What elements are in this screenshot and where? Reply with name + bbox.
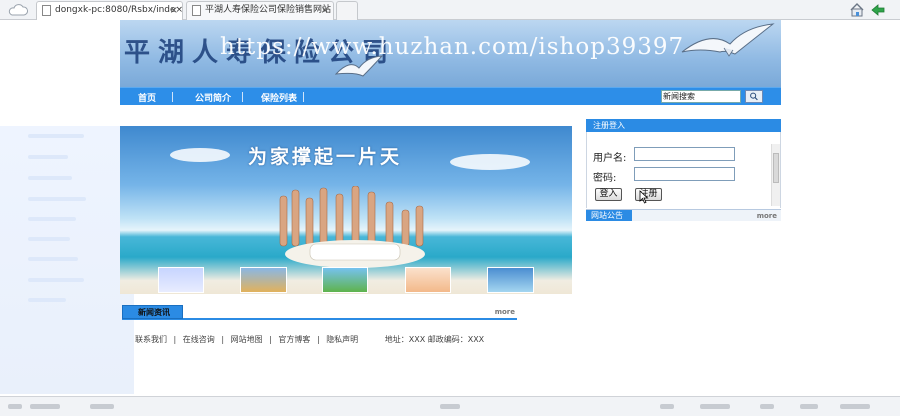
password-label: 密码:: [593, 173, 617, 184]
password-input[interactable]: [634, 167, 735, 181]
news-section-header: 新闻资讯 more: [122, 305, 517, 320]
login-panel: 用户名: 密码: 登入 注册: [586, 132, 781, 208]
slide-thumbnail[interactable]: [405, 267, 451, 293]
main-nav: 首页 公司简介 保险列表 新闻搜索: [120, 87, 781, 105]
footer-link-blog[interactable]: 官方博客: [278, 335, 310, 344]
notice-more-link[interactable]: more: [757, 212, 777, 220]
login-scrollbar[interactable]: [771, 144, 780, 206]
site-banner: 平湖人寿保险公司 https://www.huzhan.com/ishop393…: [120, 20, 781, 87]
browser-tab-bar: dongxk-pc:8080/Rsbx/inde× × 平湖人寿保险公司保险销售…: [0, 0, 900, 20]
nav-home[interactable]: 首页: [138, 91, 156, 104]
footer-link-consult[interactable]: 在线咨询: [183, 335, 215, 344]
footer-link-sitemap[interactable]: 网站地图: [231, 335, 263, 344]
footer-link-privacy[interactable]: 隐私声明: [326, 335, 358, 344]
news-search-input[interactable]: 新闻搜索: [661, 90, 741, 103]
footer-links: 联系我们 | 在线咨询 | 网站地图 | 官方博客 | 隐私声明 地址：XXX …: [135, 335, 485, 344]
document-icon: [42, 5, 51, 16]
left-side-panel: [0, 126, 134, 394]
hero-image: 为家撑起一片天: [120, 126, 572, 294]
news-tab[interactable]: 新闻资讯: [122, 305, 183, 319]
family-legs-image: [279, 186, 425, 268]
username-input[interactable]: [634, 147, 735, 161]
username-label: 用户名:: [593, 153, 627, 164]
document-icon: [192, 5, 201, 16]
slide-thumbnail[interactable]: [322, 267, 368, 293]
new-tab-button[interactable]: [336, 1, 358, 20]
close-tab-icon[interactable]: ×: [170, 2, 178, 19]
home-icon[interactable]: [850, 3, 864, 17]
footer-address: 地址：XXX 邮政编码：XXX: [384, 335, 485, 344]
close-tab-icon[interactable]: ×: [321, 2, 329, 19]
nav-company-intro[interactable]: 公司简介: [195, 91, 231, 104]
seagull-image: [681, 23, 775, 57]
slide-thumbnail[interactable]: [240, 267, 287, 293]
browser-status-bar: [0, 396, 900, 416]
slide-thumbnail[interactable]: [158, 267, 204, 293]
nav-insurance-list[interactable]: 保险列表: [261, 91, 297, 104]
search-icon[interactable]: [745, 90, 763, 103]
slide-thumbnail[interactable]: [487, 267, 534, 293]
cloud-icon: [8, 4, 28, 16]
back-arrow-icon[interactable]: [871, 3, 885, 17]
browser-tab[interactable]: 平湖人寿保险公司保险销售网站 ×: [186, 1, 334, 20]
browser-tab-active[interactable]: dongxk-pc:8080/Rsbx/inde× ×: [36, 1, 183, 20]
tab-label: dongxk-pc:8080/Rsbx/inde×: [55, 5, 183, 15]
hero-slogan: 为家撑起一片天: [248, 146, 403, 168]
login-panel-header: 注册登入: [586, 119, 781, 132]
mouse-cursor-icon: [639, 190, 649, 204]
notice-tab[interactable]: 网站公告: [586, 210, 632, 221]
notice-bar: 网站公告 more: [586, 209, 781, 221]
news-more-link[interactable]: more: [495, 308, 515, 316]
watermark-text: https://www.huzhan.com/ishop39397: [220, 34, 685, 60]
footer-link-contact[interactable]: 联系我们: [135, 335, 167, 344]
login-button[interactable]: 登入: [595, 188, 622, 201]
tab-label: 平湖人寿保险公司保险销售网站: [205, 5, 332, 15]
scrollbar-thumb[interactable]: [773, 153, 779, 183]
